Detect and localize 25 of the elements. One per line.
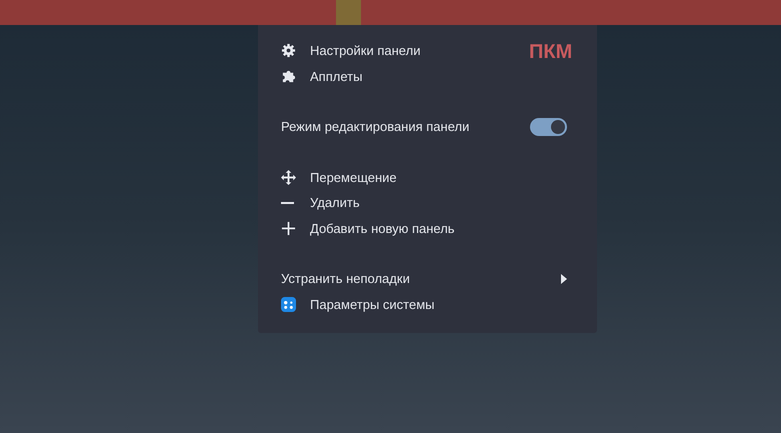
annotation-label: ПКМ: [529, 41, 572, 63]
item-label: Устранить неполадки: [281, 271, 410, 286]
item-label: Режим редактирования панели: [281, 119, 470, 134]
puzzle-icon: [281, 68, 296, 84]
menu-item[interactable]: Удалить: [258, 190, 372, 216]
item-label: Апплеты: [310, 68, 362, 84]
submenu-arrow-icon: [561, 274, 567, 284]
system-settings-icon: [281, 296, 296, 312]
minus-icon: [281, 202, 294, 204]
item-label: Параметры системы: [310, 296, 434, 312]
item-label: Перемещение: [310, 170, 397, 185]
item-label: Добавить новую панель: [310, 220, 455, 236]
menu-toggle-item[interactable]: Режим редактирования панели: [258, 114, 597, 140]
gear-icon: [281, 43, 296, 58]
submenu-item[interactable]: Устранить неполадки: [258, 266, 597, 292]
item-label: Удалить: [310, 195, 360, 210]
move-arrows-icon: [281, 170, 296, 185]
menu-item[interactable]: Параметры системы: [258, 292, 446, 317]
toggle-switch[interactable]: [530, 118, 567, 136]
menu-item[interactable]: Апплеты: [258, 64, 374, 89]
item-label: Настройки панели: [310, 43, 420, 58]
menu-item[interactable]: Добавить новую панель: [258, 216, 467, 241]
menu-item[interactable]: Перемещение: [258, 164, 409, 190]
menu-item[interactable]: Настройки панели: [258, 38, 432, 64]
plus-icon: [281, 220, 296, 236]
